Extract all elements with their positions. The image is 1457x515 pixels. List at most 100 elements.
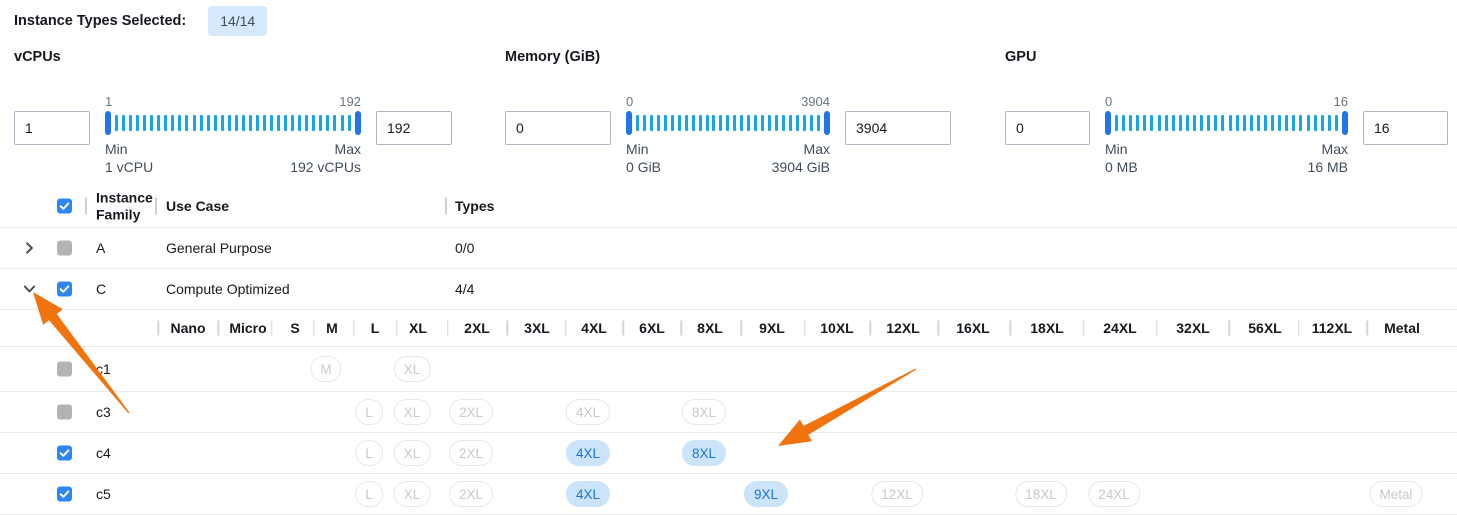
size-pill-c5-metal[interactable]: Metal: [1369, 481, 1422, 507]
instance-name-label: c5: [96, 486, 111, 502]
size-pill-c5-xl[interactable]: XL: [394, 481, 431, 507]
size-pill-c1-xl[interactable]: XL: [394, 356, 431, 382]
size-column-divider: [217, 321, 219, 336]
size-column-header-12xl: 12XL: [886, 320, 919, 336]
size-column-divider: [622, 321, 624, 336]
size-pill-c5-4xl[interactable]: 4XL: [566, 481, 610, 507]
column-header-instance-family: Instance Family: [96, 190, 160, 223]
use-case-label: General Purpose: [166, 240, 272, 256]
memory-slider: 0 3904 Min0 GiB Max3904 GiB: [626, 95, 830, 176]
slider-handle-max[interactable]: [355, 111, 361, 135]
size-column-divider: [680, 321, 682, 336]
size-pill-c5-l[interactable]: L: [355, 481, 383, 507]
gpu-min-input[interactable]: [1005, 111, 1090, 145]
size-pill-c1-m[interactable]: M: [310, 356, 341, 382]
instance-checkbox-c4[interactable]: [57, 446, 72, 461]
collapse-chevron-down-icon[interactable]: [22, 282, 37, 297]
slider-handle-max[interactable]: [824, 111, 830, 135]
slider-range-max-label: 192: [339, 95, 361, 109]
size-column-header-l: L: [371, 320, 380, 336]
family-letter: C: [96, 281, 106, 297]
selected-count-badge: 14/14: [208, 6, 267, 36]
slider-handle-min[interactable]: [1105, 111, 1111, 135]
size-column-header-18xl: 18XL: [1030, 320, 1063, 336]
gpu-slider-track[interactable]: [1105, 111, 1348, 135]
slider-ticks: [1115, 115, 1338, 131]
memory-max-input[interactable]: [845, 111, 951, 145]
instance-checkbox-c5[interactable]: [57, 487, 72, 502]
selected-summary-label: Instance Types Selected:: [14, 13, 186, 29]
size-column-header-16xl: 16XL: [956, 320, 989, 336]
table-header-row: Instance Family Use Case Types: [0, 185, 1457, 228]
size-column-divider: [1156, 321, 1158, 336]
size-column-divider: [937, 321, 939, 336]
size-column-header-s: S: [290, 320, 299, 336]
family-checkbox[interactable]: [57, 282, 72, 297]
filter-memory-title: Memory (GiB): [505, 49, 951, 65]
memory-slider-track[interactable]: [626, 111, 830, 135]
size-pill-c5-12xl[interactable]: 12XL: [871, 481, 923, 507]
size-pill-c4-2xl[interactable]: 2XL: [449, 440, 493, 466]
size-column-divider: [869, 321, 871, 336]
vcpus-min-input[interactable]: [14, 111, 90, 145]
size-pill-c4-8xl[interactable]: 8XL: [682, 440, 726, 466]
instance-row-c4: c4 L XL 2XL 4XL 8XL: [0, 433, 1457, 474]
size-column-divider: [1083, 321, 1085, 336]
slider-max-caption: Max16 MB: [1308, 140, 1348, 176]
slider-min-caption: Min0 GiB: [626, 140, 661, 176]
instance-row-c3: c3LXL2XL4XL8XL: [0, 392, 1457, 433]
size-column-header-metal: Metal: [1384, 320, 1420, 336]
instance-checkbox-c3[interactable]: [57, 405, 72, 420]
size-column-divider: [157, 321, 159, 336]
column-divider: [445, 198, 447, 215]
size-pill-c4-xl[interactable]: XL: [394, 440, 431, 466]
family-letter: A: [96, 240, 105, 256]
size-pill-c4-4xl[interactable]: 4XL: [566, 440, 610, 466]
size-column-header-112xl: 112XL: [1312, 320, 1352, 336]
size-column-divider: [565, 321, 567, 336]
size-column-divider: [1366, 321, 1368, 336]
vcpus-max-input[interactable]: [376, 111, 452, 145]
slider-range-min-label: 0: [1105, 95, 1112, 109]
slider-handle-min[interactable]: [626, 111, 632, 135]
size-pill-c5-2xl[interactable]: 2XL: [449, 481, 493, 507]
size-pill-c3-xl[interactable]: XL: [394, 399, 431, 425]
types-count: 0/0: [455, 240, 474, 256]
size-pill-c3-8xl[interactable]: 8XL: [682, 399, 726, 425]
instance-checkbox-c1[interactable]: [57, 362, 72, 377]
slider-handle-min[interactable]: [105, 111, 111, 135]
slider-max-caption: Max3904 GiB: [772, 140, 830, 176]
size-pill-c4-l[interactable]: L: [355, 440, 383, 466]
selected-summary: Instance Types Selected: 14/14: [14, 6, 267, 36]
select-all-checkbox[interactable]: [57, 199, 72, 214]
size-pill-c5-24xl[interactable]: 24XL: [1088, 481, 1140, 507]
size-column-divider: [1298, 321, 1300, 336]
filter-gpu-title: GPU: [1005, 49, 1448, 65]
size-column-divider: [313, 321, 315, 336]
size-column-header-4xl: 4XL: [581, 320, 607, 336]
filter-vcpus-title: vCPUs: [14, 49, 452, 65]
column-header-types: Types: [455, 198, 494, 214]
instance-row-c1: c1MXL: [0, 347, 1457, 392]
types-count: 4/4: [455, 281, 474, 297]
size-column-divider: [447, 321, 449, 336]
memory-min-input[interactable]: [505, 111, 611, 145]
size-column-header-32xl: 32XL: [1176, 320, 1209, 336]
family-row-a: A General Purpose 0/0: [0, 228, 1457, 269]
instance-name-label: c4: [96, 445, 111, 461]
size-pill-c5-9xl[interactable]: 9XL: [744, 481, 788, 507]
size-pill-c3-2xl[interactable]: 2XL: [449, 399, 493, 425]
family-checkbox[interactable]: [57, 241, 72, 256]
size-pill-c3-l[interactable]: L: [355, 399, 383, 425]
slider-handle-max[interactable]: [1342, 111, 1348, 135]
size-pill-c3-4xl[interactable]: 4XL: [566, 399, 610, 425]
size-pill-c5-18xl[interactable]: 18XL: [1015, 481, 1067, 507]
vcpus-slider-track[interactable]: [105, 111, 361, 135]
slider-max-caption: Max192 vCPUs: [290, 140, 361, 176]
slider-min-caption: Min1 vCPU: [105, 140, 153, 176]
filter-vcpus: vCPUs 1 192 Min1 vCPU Max192 vCPUs: [14, 49, 452, 176]
gpu-max-input[interactable]: [1363, 111, 1448, 145]
size-column-header-m: M: [326, 320, 338, 336]
expand-chevron-right-icon[interactable]: [22, 241, 37, 256]
size-column-divider: [1009, 321, 1011, 336]
